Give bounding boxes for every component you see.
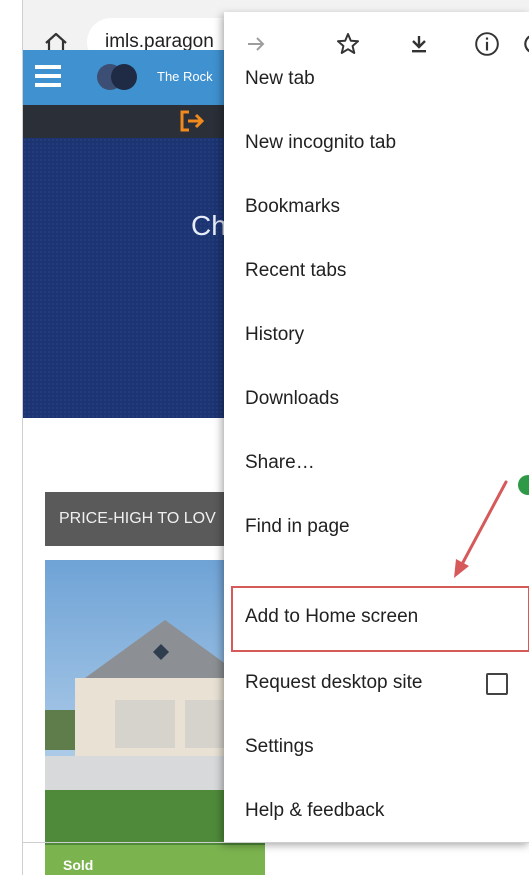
login-icon[interactable] bbox=[179, 109, 207, 135]
hero-title: Ch bbox=[191, 210, 227, 241]
frame-bottom-edge bbox=[22, 842, 529, 843]
annotation-arrow bbox=[454, 480, 508, 578]
site-name: The Rock bbox=[157, 69, 213, 84]
site-logo[interactable] bbox=[97, 64, 141, 90]
hamburger-menu-icon[interactable] bbox=[35, 65, 61, 89]
sold-tag: Sold bbox=[63, 857, 94, 873]
sort-label: PRICE-HIGH TO LOV bbox=[59, 510, 216, 527]
browser-overflow-menu: New tab New incognito tab Bookmarks Rece… bbox=[224, 12, 529, 842]
browser-frame: imls.paragon The Rock Ch PRICE-HIGH TO L… bbox=[22, 0, 529, 875]
